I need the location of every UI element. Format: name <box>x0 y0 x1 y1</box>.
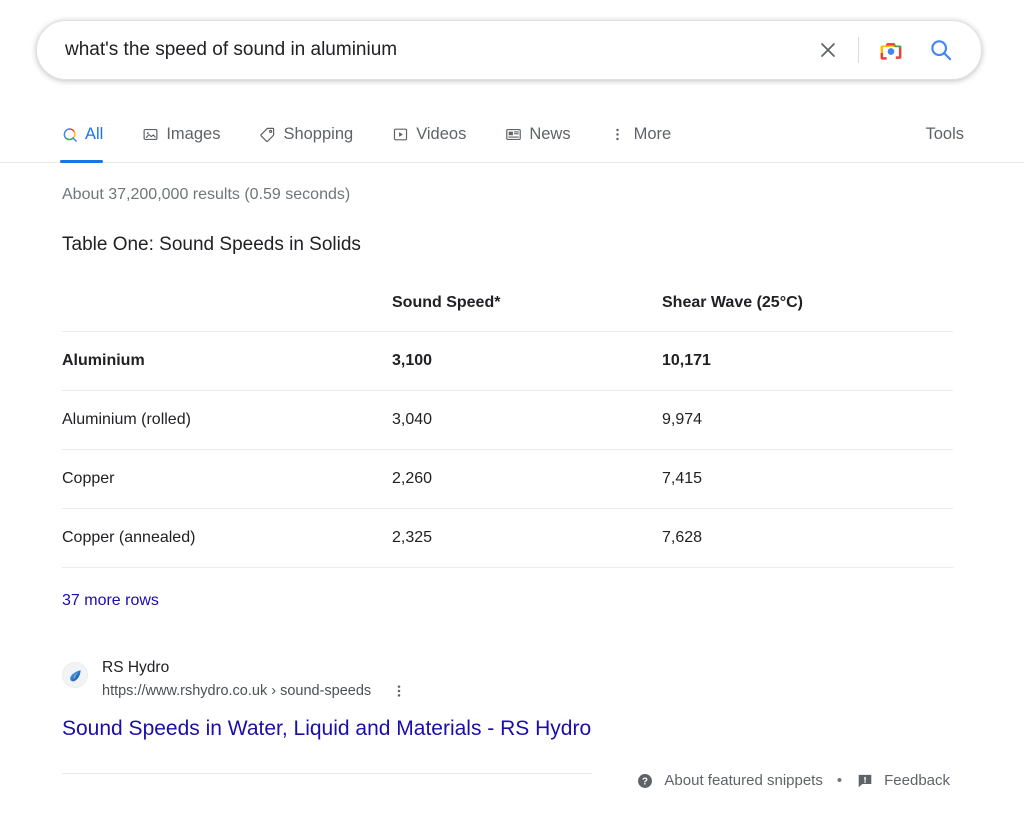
snippet-table-title: Table One: Sound Speeds in Solids <box>62 234 361 255</box>
active-tab-underline <box>60 160 104 163</box>
col-header-shear-wave: Shear Wave (25°C) <box>662 294 803 311</box>
image-icon <box>141 125 159 143</box>
cell-material: Copper <box>62 470 115 487</box>
col-header-material <box>62 292 392 332</box>
col-header-sound-speed: Sound Speed* <box>392 294 501 311</box>
source-site-name: RS Hydro <box>102 659 170 676</box>
favicon <box>62 662 88 688</box>
result-title-link[interactable]: Sound Speeds in Water, Liquid and Materi… <box>62 714 591 744</box>
feedback-button[interactable]: Feedback <box>856 771 950 791</box>
source-url-row: https://www.rshydro.co.uk › sound-speeds <box>102 681 409 701</box>
tab-news[interactable]: News <box>504 110 586 157</box>
tab-more[interactable]: More <box>609 110 688 157</box>
search-bar-container <box>36 20 982 80</box>
cell-sound-speed: 3,040 <box>392 411 433 428</box>
search-bar-actions <box>808 30 981 70</box>
spacer-cell <box>62 568 392 569</box>
search-tabs: All Images Shopping Videos News More <box>60 110 709 163</box>
google-lens-camera-icon <box>880 43 902 60</box>
feedback-flag-icon <box>858 774 872 788</box>
featured-snippet: Table One: Sound Speeds in Solids Sound … <box>62 232 962 612</box>
video-play-icon <box>391 125 409 143</box>
tab-all-label: All <box>85 125 104 143</box>
table-row: Aluminium (rolled) 3,040 9,974 <box>62 390 953 450</box>
tools-button[interactable]: Tools <box>925 124 964 144</box>
search-bar-divider <box>858 37 859 63</box>
newspaper-icon <box>504 125 522 143</box>
tab-images-label: Images <box>166 125 221 143</box>
table-row-bottom-rule <box>62 567 953 569</box>
google-search-results-page: All Images <box>0 0 1024 817</box>
table-body: Aluminium 3,100 10,171 Aluminium (rolled… <box>62 331 953 569</box>
table-row: Copper 2,260 7,415 <box>62 449 953 509</box>
cell-shear-wave: 7,628 <box>662 529 703 546</box>
search-submit-button[interactable] <box>923 32 959 68</box>
about-featured-snippets-button[interactable]: ? About featured snippets <box>636 771 823 791</box>
snippet-footer-divider <box>62 773 592 774</box>
cell-sound-speed: 3,100 <box>392 352 433 369</box>
tab-videos[interactable]: Videos <box>391 110 482 157</box>
help-question-circle-icon: ? <box>638 774 653 788</box>
svg-text:?: ? <box>642 776 648 787</box>
result-stats: About 37,200,000 results (0.59 seconds) <box>62 186 351 203</box>
tab-shopping-label: Shopping <box>283 125 354 143</box>
table-header: Sound Speed* Shear Wave (25°C) <box>62 292 953 332</box>
table-row: Copper (annealed) 2,325 7,628 <box>62 508 953 568</box>
cell-material: Aluminium (rolled) <box>62 411 191 428</box>
cell-shear-wave: 7,415 <box>662 470 703 487</box>
cell-sound-speed: 2,260 <box>392 470 433 487</box>
spacer-cell <box>662 568 953 569</box>
cell-shear-wave: 10,171 <box>662 352 711 369</box>
more-vertical-dots-icon <box>397 685 401 697</box>
close-icon <box>821 43 835 57</box>
about-featured-snippets-label: About featured snippets <box>664 772 823 789</box>
tab-images[interactable]: Images <box>141 110 236 157</box>
cell-material: Copper (annealed) <box>62 529 196 546</box>
tab-videos-label: Videos <box>416 125 467 143</box>
price-tag-icon <box>258 125 276 143</box>
footer-separator: • <box>836 772 843 789</box>
snippet-footer: ? About featured snippets • Feedback <box>636 771 950 791</box>
google-lens-button[interactable] <box>873 32 909 68</box>
water-drop-icon <box>69 669 81 681</box>
search-input[interactable] <box>37 32 808 68</box>
cell-material: Aluminium <box>62 352 145 369</box>
tab-news-label: News <box>529 125 571 143</box>
table-row: Aluminium 3,100 10,171 <box>62 331 953 391</box>
tab-all[interactable]: All <box>60 110 119 163</box>
tab-shopping[interactable]: Shopping <box>258 110 369 157</box>
feedback-label: Feedback <box>884 772 950 789</box>
more-rows-link[interactable]: 37 more rows <box>62 590 159 612</box>
search-bar[interactable] <box>36 20 982 80</box>
cell-sound-speed: 2,325 <box>392 529 433 546</box>
search-nav-bar: All Images Shopping Videos News More Too… <box>0 110 1024 163</box>
cell-shear-wave: 9,974 <box>662 411 703 428</box>
clear-search-button[interactable] <box>808 30 848 70</box>
sound-speeds-table: Sound Speed* Shear Wave (25°C) Aluminium… <box>62 292 953 568</box>
source-url: https://www.rshydro.co.uk › sound-speeds <box>102 683 372 699</box>
snippet-source: RS Hydro https://www.rshydro.co.uk › sou… <box>62 658 409 701</box>
google-magnifier-icon <box>60 125 78 143</box>
spacer-cell <box>392 568 662 569</box>
more-vertical-dots-icon <box>609 125 627 143</box>
source-text: RS Hydro https://www.rshydro.co.uk › sou… <box>102 658 409 701</box>
table-header-row: Sound Speed* Shear Wave (25°C) <box>62 292 953 332</box>
search-magnifier-icon <box>931 40 952 61</box>
tab-more-label: More <box>633 125 672 143</box>
result-options-button[interactable] <box>389 681 409 701</box>
